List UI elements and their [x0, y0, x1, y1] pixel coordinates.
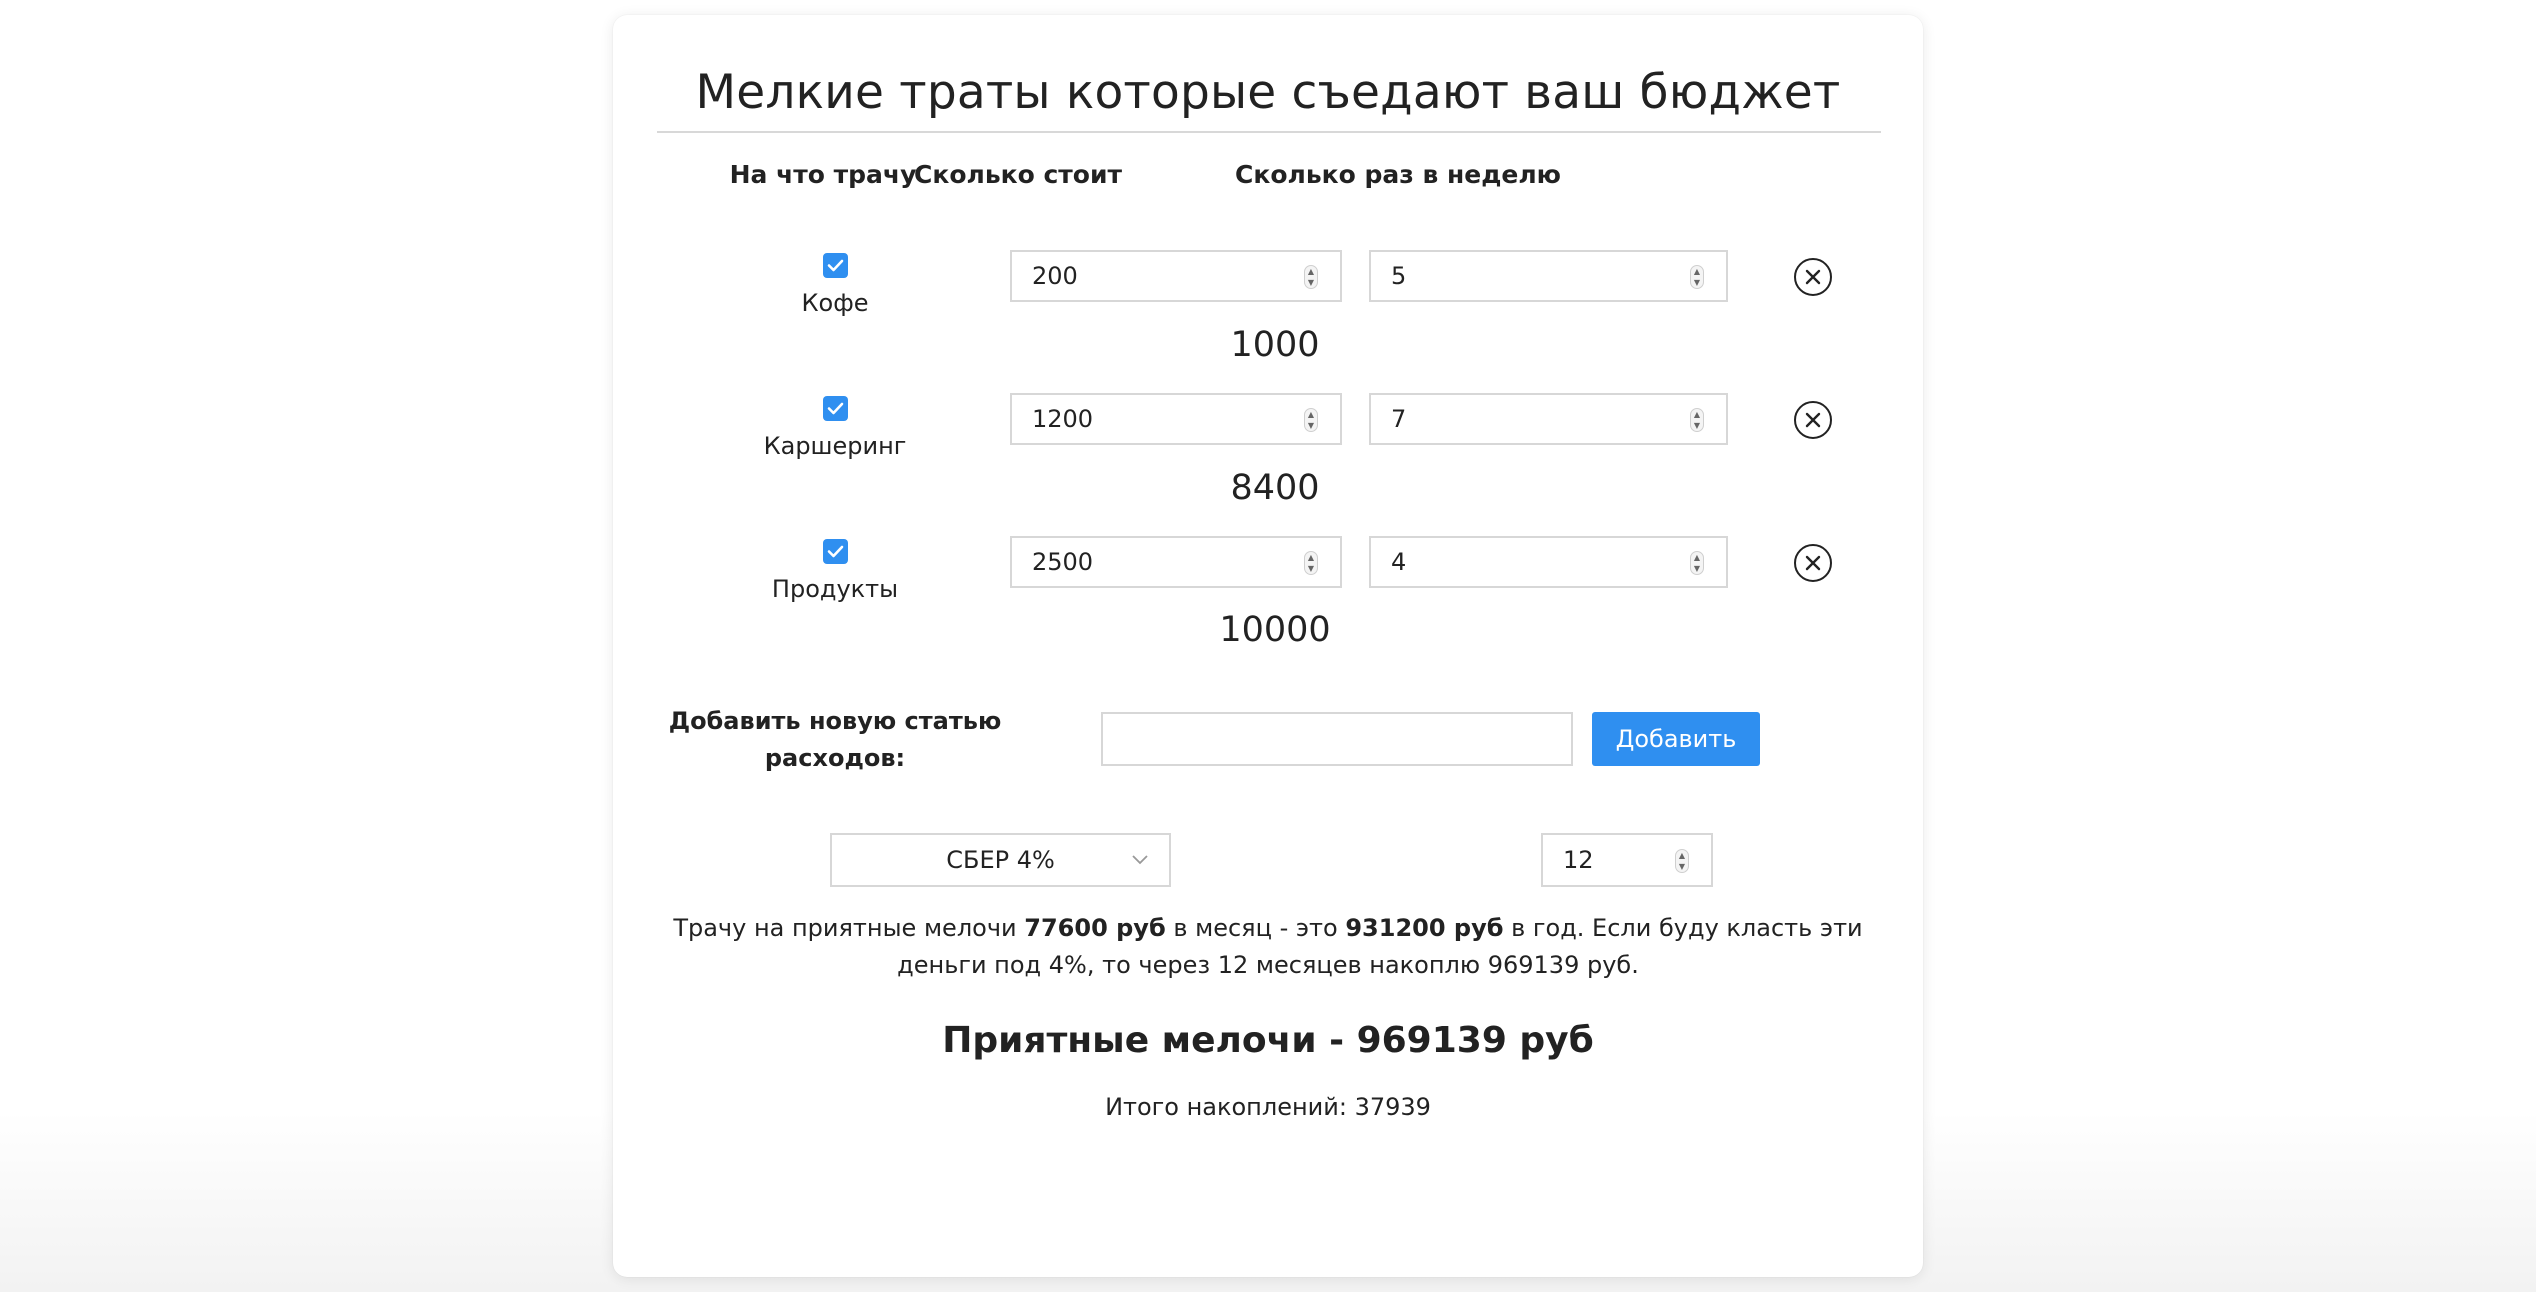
summary-text: Трачу на приятные мелочи 77600 руб в мес…	[653, 910, 1883, 984]
page-title: Мелкие траты которые съедают ваш бюджет	[695, 65, 1841, 120]
remove-item-coffee[interactable]	[1794, 258, 1832, 296]
cost-input-carsharing[interactable]: 1200 ▲ ▼	[1010, 393, 1342, 445]
item-name-carsharing: Каршеринг	[763, 432, 907, 460]
chevron-down-icon	[1132, 855, 1148, 865]
cost-value: 2500	[1032, 548, 1094, 576]
summary-yearly: 931200 руб	[1345, 914, 1504, 942]
page-background: Мелкие траты которые съедают ваш бюджет …	[0, 0, 2536, 1292]
add-expense-label: Добавить новую статью расходов:	[668, 707, 1002, 772]
row-total-groceries: 10000	[1219, 610, 1331, 650]
times-value: 7	[1391, 405, 1407, 433]
spinner-arrows-icon[interactable]: ▲ ▼	[1690, 551, 1704, 575]
bank-select[interactable]: СБЕР 4%	[830, 833, 1171, 887]
checkmark-icon	[827, 402, 844, 415]
checkmark-icon	[827, 545, 844, 558]
spinner-arrows-icon[interactable]: ▲ ▼	[1304, 551, 1318, 575]
spinner-arrows-icon[interactable]: ▲ ▼	[1304, 408, 1318, 432]
close-circle-icon	[1805, 412, 1821, 428]
months-value: 12	[1563, 846, 1594, 874]
times-value: 4	[1391, 548, 1407, 576]
times-input-carsharing[interactable]: 7 ▲ ▼	[1369, 393, 1728, 445]
row-total-carsharing: 8400	[1230, 468, 1320, 508]
cost-input-coffee[interactable]: 200 ▲ ▼	[1010, 250, 1342, 302]
spinner-arrows-icon[interactable]: ▲ ▼	[1690, 265, 1704, 289]
cost-value: 1200	[1032, 405, 1094, 433]
times-input-coffee[interactable]: 5 ▲ ▼	[1369, 250, 1728, 302]
item-name-coffee: Кофе	[801, 289, 869, 317]
times-value: 5	[1391, 262, 1407, 290]
cost-value: 200	[1032, 262, 1078, 290]
summary-monthly: 77600 руб	[1024, 914, 1166, 942]
total-savings: Итого накоплений: 37939	[1105, 1093, 1431, 1121]
add-button[interactable]: Добавить	[1592, 712, 1760, 766]
column-header-times: Сколько раз в неделю	[1235, 160, 1561, 189]
item-name-groceries: Продукты	[771, 575, 899, 603]
remove-item-groceries[interactable]	[1794, 544, 1832, 582]
close-circle-icon	[1805, 269, 1821, 285]
savings-headline: Приятные мелочи - 969139 руб	[942, 1020, 1594, 1061]
item-checkbox-groceries[interactable]	[823, 539, 848, 564]
checkmark-icon	[827, 259, 844, 272]
cost-input-groceries[interactable]: 2500 ▲ ▼	[1010, 536, 1342, 588]
item-checkbox-carsharing[interactable]	[823, 396, 848, 421]
column-header-cost: Сколько стоит	[914, 160, 1122, 189]
summary-prefix: Трачу на приятные мелочи	[673, 914, 1017, 942]
row-total-coffee: 1000	[1230, 325, 1320, 365]
remove-item-carsharing[interactable]	[1794, 401, 1832, 439]
spinner-arrows-icon[interactable]: ▲ ▼	[1675, 849, 1689, 873]
spinner-arrows-icon[interactable]: ▲ ▼	[1304, 265, 1318, 289]
months-input[interactable]: 12 ▲ ▼	[1541, 833, 1713, 887]
close-circle-icon	[1805, 555, 1821, 571]
times-input-groceries[interactable]: 4 ▲ ▼	[1369, 536, 1728, 588]
spinner-arrows-icon[interactable]: ▲ ▼	[1690, 408, 1704, 432]
title-divider	[657, 131, 1881, 133]
new-expense-input[interactable]	[1101, 712, 1573, 766]
item-checkbox-coffee[interactable]	[823, 253, 848, 278]
summary-middle: в месяц - это	[1173, 914, 1338, 942]
calculator-card: Мелкие траты которые съедают ваш бюджет …	[613, 15, 1923, 1277]
bank-select-value: СБЕР 4%	[946, 846, 1055, 874]
